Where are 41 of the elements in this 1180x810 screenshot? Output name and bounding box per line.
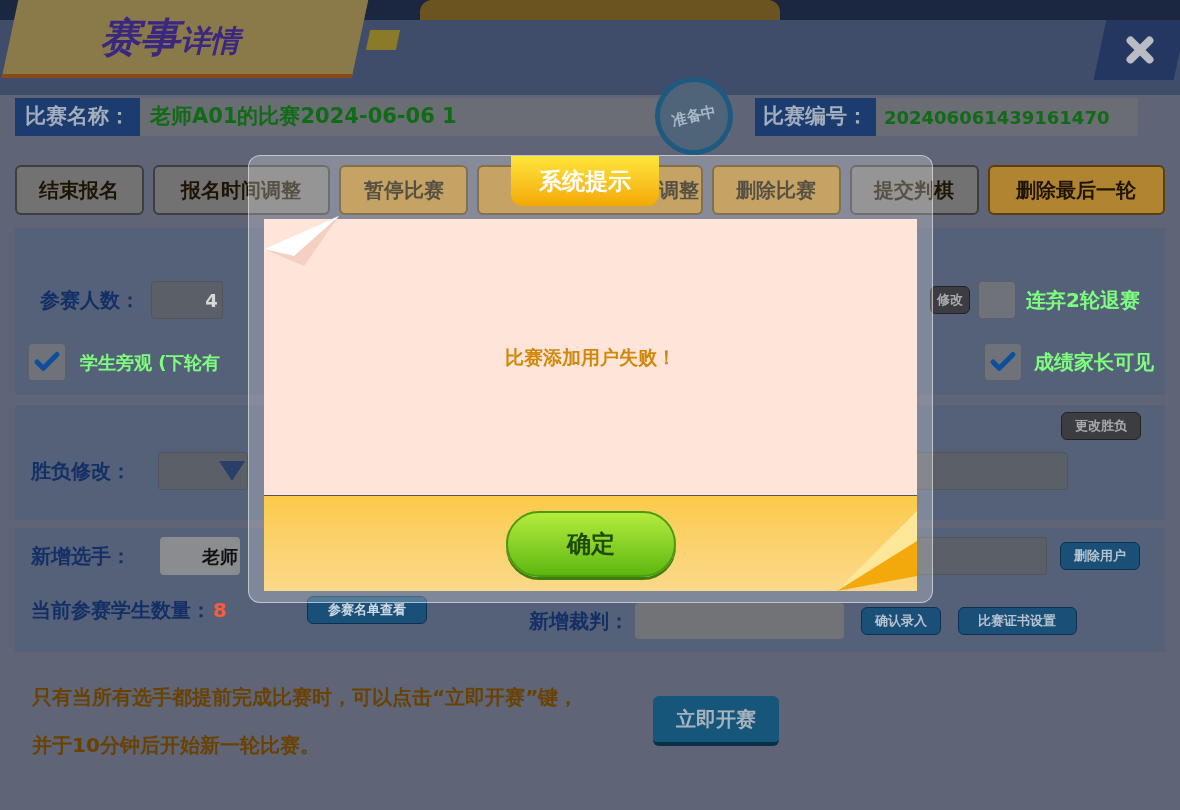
spectate-label: 学生旁观 (下轮有 xyxy=(80,350,221,375)
result-label: 胜负修改： xyxy=(31,458,132,485)
student-count: 8 xyxy=(213,597,227,624)
action-button[interactable]: 结束报名 xyxy=(15,165,144,215)
result-dropdown[interactable] xyxy=(158,452,248,490)
dialog-message: 比赛添加用户失败！ xyxy=(505,344,676,370)
checkbox[interactable] xyxy=(984,343,1022,381)
referee-label: 新增裁判： xyxy=(528,608,629,635)
action-button[interactable]: 暂停比赛 xyxy=(339,165,468,215)
field-label: 比赛名称： xyxy=(15,98,140,136)
small-button[interactable]: 参赛名单查看 xyxy=(306,596,427,624)
notice-text: 并于10分钟后开始新一轮比赛。 xyxy=(32,732,321,759)
id-value: 202406061439161470 xyxy=(876,98,1138,136)
checkbox[interactable] xyxy=(978,281,1017,319)
action-button[interactable]: 提交判棋 xyxy=(849,165,979,215)
add-player-label: 新增选手： xyxy=(31,543,132,570)
participants-label: 参赛人数： xyxy=(40,287,141,314)
action-button[interactable]: 删除比赛 xyxy=(712,165,841,215)
folded-corner-icon xyxy=(264,216,339,266)
small-button[interactable]: 确认录入 xyxy=(860,607,941,635)
forfeit-label: 连弃2轮退赛 xyxy=(1026,287,1140,314)
checkbox[interactable] xyxy=(28,343,66,381)
field-label: 比赛编号： xyxy=(755,98,876,136)
decoration-drawing xyxy=(365,30,401,50)
ok-button[interactable]: 确定 xyxy=(505,510,676,577)
modify-button[interactable]: 修改 xyxy=(929,286,971,314)
student-count-label: 当前参赛学生数量： xyxy=(31,597,211,624)
add-player-field[interactable]: 老师 xyxy=(160,537,240,575)
dialog-title: 系统提示 xyxy=(539,166,631,196)
participants-field[interactable]: 4 xyxy=(150,281,223,319)
small-button[interactable]: 比赛证书设置 xyxy=(957,607,1077,635)
action-button[interactable]: 删除最后一轮 xyxy=(987,165,1165,215)
action-button[interactable]: 报名时间调整 xyxy=(152,165,331,215)
close-button[interactable] xyxy=(1093,20,1180,80)
notice-text: 只有当所有选手都提前完成比赛时，可以点击“立即开赛”键， xyxy=(32,684,579,711)
small-button[interactable]: 更改胜负 xyxy=(1061,412,1141,440)
dropdown-arrow-icon xyxy=(219,461,245,481)
start-now-button[interactable]: 立即开赛 xyxy=(653,696,780,746)
parents-visible-label: 成绩家长可见 xyxy=(1034,349,1154,376)
small-button[interactable]: 删除用户 xyxy=(1060,542,1140,570)
referee-field[interactable] xyxy=(634,603,844,639)
